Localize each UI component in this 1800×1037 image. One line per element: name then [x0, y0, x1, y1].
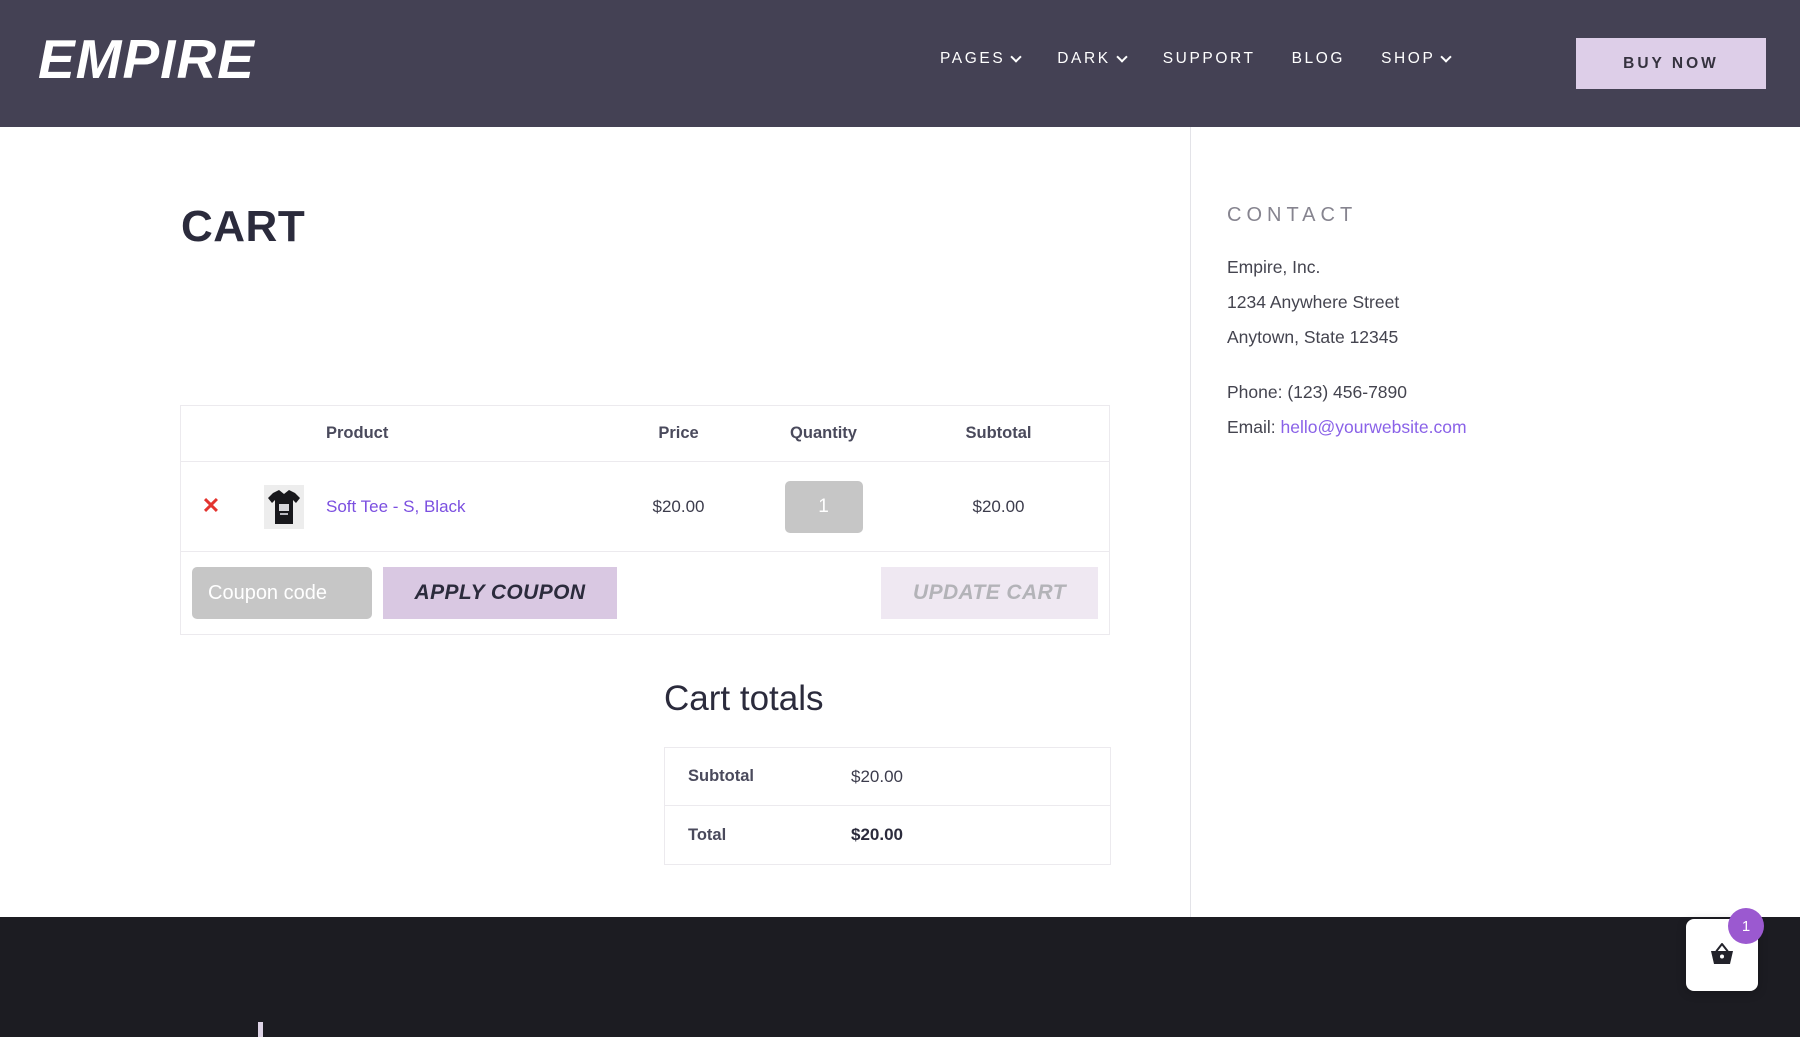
- cart-page: EMPIRE PAGES DARK SUPPORT BLOG SHOP BUY …: [0, 0, 1800, 1037]
- cart-table: Product Price Quantity Subtotal ✕: [180, 405, 1110, 635]
- totals-label-total: Total: [688, 826, 851, 845]
- cart-totals-table: Subtotal $20.00 Total $20.00: [664, 747, 1111, 865]
- contact-phone: Phone: (123) 456-7890: [1227, 375, 1747, 410]
- contact-address-line-2: Anytown, State 12345: [1227, 320, 1747, 355]
- product-quantity-cell: [751, 481, 896, 533]
- cart-table-header-row: Product Price Quantity Subtotal: [181, 406, 1109, 462]
- main-column: CART Product Price Quantity Subtotal ✕: [0, 127, 1190, 917]
- nav-item-blog[interactable]: BLOG: [1292, 50, 1345, 68]
- totals-label-subtotal: Subtotal: [688, 767, 851, 786]
- contact-address-line-1: 1234 Anywhere Street: [1227, 285, 1747, 320]
- update-cart-button[interactable]: UPDATE CART: [881, 567, 1098, 619]
- cart-totals-title: Cart totals: [664, 679, 824, 719]
- main-navigation: PAGES DARK SUPPORT BLOG SHOP: [940, 50, 1451, 68]
- product-subtotal: $20.00: [973, 497, 1025, 516]
- buy-now-button[interactable]: BUY NOW: [1576, 38, 1766, 89]
- contact-details: Empire, Inc. 1234 Anywhere Street Anytow…: [1227, 250, 1747, 445]
- coupon-row: APPLY COUPON UPDATE CART: [181, 552, 1109, 634]
- contact-email-link[interactable]: hello@yourwebsite.com: [1281, 417, 1467, 437]
- page-title: CART: [181, 202, 305, 252]
- contact-sidebar: CONTACT Empire, Inc. 1234 Anywhere Stree…: [1191, 127, 1800, 917]
- quantity-input[interactable]: [785, 481, 863, 533]
- header-price: Price: [606, 424, 751, 443]
- footer-accent-mark: [258, 1022, 263, 1037]
- totals-row-subtotal: Subtotal $20.00: [665, 748, 1110, 806]
- product-price: $20.00: [653, 497, 705, 516]
- shopping-basket-icon: [1707, 940, 1737, 970]
- totals-value-subtotal: $20.00: [851, 767, 903, 787]
- nav-label-support: SUPPORT: [1163, 50, 1256, 68]
- nav-label-pages: PAGES: [940, 50, 1005, 68]
- black-tshirt-thumbnail[interactable]: [264, 485, 304, 529]
- nav-label-dark: DARK: [1057, 50, 1110, 68]
- site-header: EMPIRE PAGES DARK SUPPORT BLOG SHOP BUY …: [0, 0, 1800, 127]
- site-logo[interactable]: EMPIRE: [38, 32, 255, 87]
- nav-label-blog: BLOG: [1292, 50, 1345, 68]
- product-subtotal-cell: $20.00: [896, 497, 1101, 517]
- apply-coupon-button[interactable]: APPLY COUPON: [383, 567, 617, 619]
- content-area: CART Product Price Quantity Subtotal ✕: [0, 127, 1800, 917]
- nav-item-pages[interactable]: PAGES: [940, 50, 1021, 68]
- remove-item-cell: ✕: [181, 495, 241, 518]
- product-thumbnail-cell: [241, 485, 326, 529]
- contact-heading: CONTACT: [1227, 204, 1357, 227]
- cart-count-badge[interactable]: 1: [1728, 908, 1764, 944]
- totals-row-total: Total $20.00: [665, 806, 1110, 864]
- contact-email-label: Email:: [1227, 417, 1276, 437]
- header-quantity: Quantity: [751, 424, 896, 443]
- contact-company: Empire, Inc.: [1227, 250, 1747, 285]
- contact-spacer: [1227, 355, 1747, 375]
- header-subtotal: Subtotal: [896, 424, 1101, 443]
- header-product: Product: [326, 424, 606, 443]
- totals-value-total: $20.00: [851, 825, 903, 845]
- coupon-code-input[interactable]: [192, 567, 372, 619]
- contact-email-row: Email: hello@yourwebsite.com: [1227, 410, 1747, 445]
- chevron-down-icon: [1012, 53, 1021, 62]
- chevron-down-icon: [1442, 53, 1451, 62]
- nav-label-shop: SHOP: [1381, 50, 1435, 68]
- cart-table-row: ✕ Soft Tee - S, Black: [181, 462, 1109, 552]
- nav-item-dark[interactable]: DARK: [1057, 50, 1126, 68]
- product-name-cell: Soft Tee - S, Black: [326, 497, 606, 517]
- remove-x-icon[interactable]: ✕: [202, 495, 220, 517]
- site-footer: [0, 917, 1800, 1037]
- chevron-down-icon: [1118, 53, 1127, 62]
- nav-item-support[interactable]: SUPPORT: [1163, 50, 1256, 68]
- product-price-cell: $20.00: [606, 497, 751, 517]
- product-link[interactable]: Soft Tee - S, Black: [326, 497, 466, 516]
- nav-item-shop[interactable]: SHOP: [1381, 50, 1451, 68]
